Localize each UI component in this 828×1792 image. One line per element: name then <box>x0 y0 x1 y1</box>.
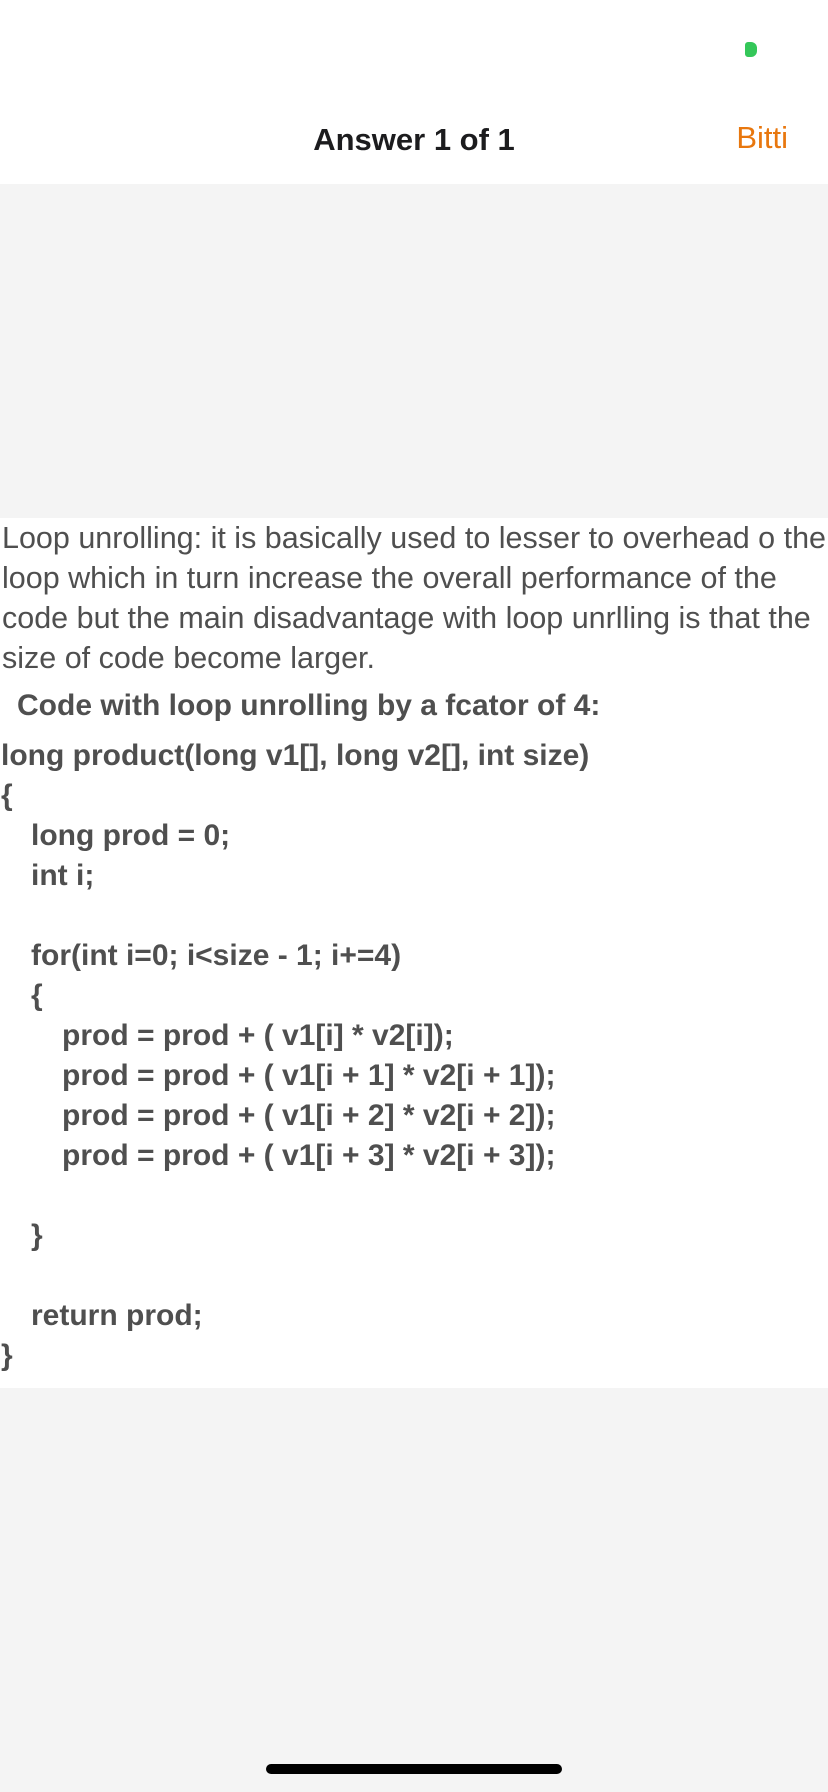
code-heading: Code with loop unrolling by a fcator of … <box>17 689 601 722</box>
code-line: return prod; <box>31 1299 203 1332</box>
code-line: long product(long v1[], long v2[], int s… <box>1 739 590 772</box>
code-line: prod = prod + ( v1[i] * v2[i]); <box>62 1019 454 1052</box>
code-line: for(int i=0; i<size - 1; i+=4) <box>31 939 402 972</box>
answer-content: Loop unrolling: it is basically used to … <box>0 518 828 1388</box>
code-block: long product(long v1[], long v2[], int s… <box>1 736 828 1376</box>
code-line: prod = prod + ( v1[i + 2] * v2[i + 2]); <box>62 1099 556 1132</box>
answer-explanation: Loop unrolling: it is basically used to … <box>2 521 826 675</box>
navigation-header: Answer 1 of 1 Bitti <box>0 90 828 184</box>
code-line: long prod = 0; <box>31 819 231 852</box>
status-indicator-icon <box>745 42 757 57</box>
bottom-spacer <box>0 1388 828 1792</box>
code-line: int i; <box>31 859 95 892</box>
code-line: prod = prod + ( v1[i + 3] * v2[i + 3]); <box>62 1139 556 1172</box>
code-line: prod = prod + ( v1[i + 1] * v2[i + 1]); <box>62 1059 556 1092</box>
code-line: { <box>1 779 13 812</box>
top-spacer <box>0 184 828 518</box>
code-line: } <box>31 1219 43 1252</box>
done-button[interactable]: Bitti <box>736 120 788 156</box>
status-bar <box>0 0 828 90</box>
page-title: Answer 1 of 1 <box>313 122 515 157</box>
home-indicator[interactable] <box>266 1764 562 1774</box>
code-line: { <box>31 979 43 1012</box>
code-line: } <box>1 1339 13 1372</box>
